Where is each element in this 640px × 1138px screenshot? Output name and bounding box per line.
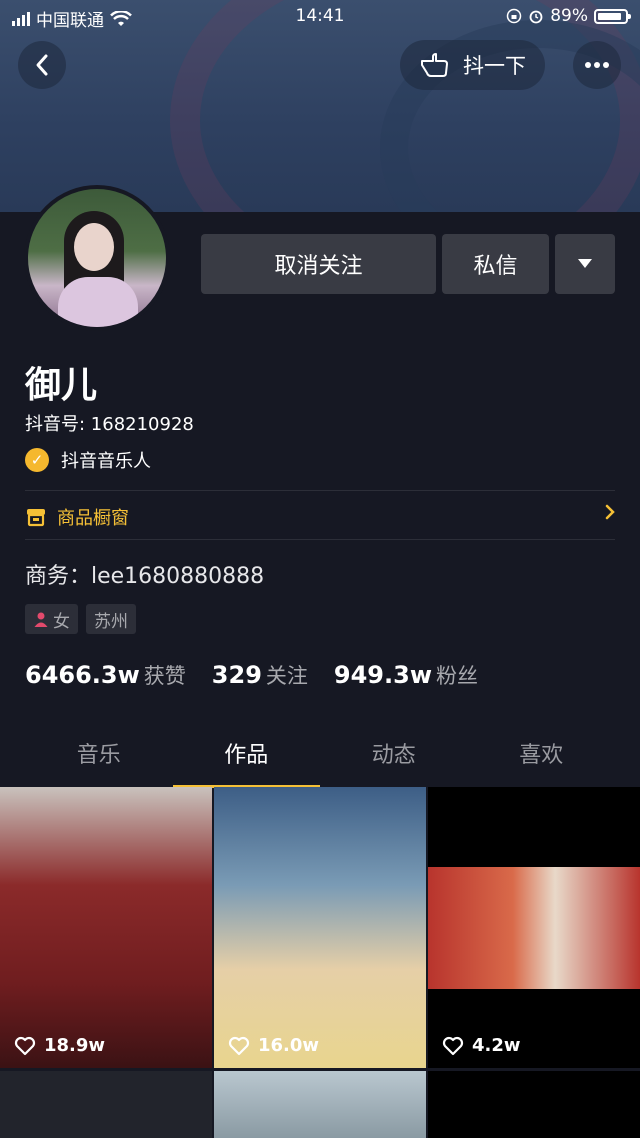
rotation-lock-icon [506, 8, 522, 24]
video-thumbnail[interactable] [0, 1071, 212, 1138]
unfollow-button[interactable]: 取消关注 [201, 234, 436, 294]
stat-likes: 6466.3w 获赞 [25, 660, 186, 690]
verification-label: 抖音音乐人 [61, 451, 151, 472]
heart-icon [228, 1036, 250, 1055]
stat-number: 949.3w [333, 661, 432, 689]
more-icon [585, 62, 609, 68]
profile-tabs: 音乐 作品 动态 喜欢 [25, 734, 615, 788]
video-thumbnail[interactable] [214, 1071, 426, 1138]
business-contact: 商务：lee1680880888 [25, 564, 265, 589]
shop-window-row[interactable]: 商品橱窗 [25, 504, 615, 530]
alarm-icon [529, 10, 543, 24]
tab-music[interactable]: 音乐 [25, 734, 173, 788]
divider [25, 539, 615, 540]
chevron-left-icon [36, 54, 48, 76]
like-count: 4.2w [442, 1035, 521, 1056]
verification-row: ✓ 抖音音乐人 [25, 447, 151, 473]
message-button[interactable]: 私信 [442, 234, 549, 294]
shop-label: 商品橱窗 [57, 508, 129, 529]
hand-pointer-icon [421, 53, 448, 77]
stat-number: 6466.3w [25, 661, 140, 689]
video-thumbnail[interactable]: 4.2w [428, 787, 640, 1068]
battery-percent: 89% [550, 6, 588, 26]
shake-button[interactable]: 抖一下 [400, 40, 545, 90]
avatar[interactable] [24, 185, 170, 331]
back-button[interactable] [18, 41, 66, 89]
stat-label: 关注 [265, 664, 308, 688]
stat-following[interactable]: 329 关注 [212, 660, 308, 690]
shop-icon [27, 509, 45, 527]
dropdown-button[interactable] [555, 234, 615, 294]
status-right: 89% [506, 6, 631, 26]
divider [25, 490, 615, 491]
heart-icon [442, 1036, 464, 1055]
tab-likes[interactable]: 喜欢 [468, 734, 616, 788]
stat-label: 粉丝 [436, 664, 478, 688]
more-button[interactable] [573, 41, 621, 89]
video-frame [428, 867, 640, 989]
profile-name: 御儿 [25, 365, 98, 406]
video-thumbnail[interactable] [428, 1071, 640, 1138]
like-count-value: 16.0w [258, 1035, 320, 1056]
like-count: 18.9w [14, 1035, 105, 1056]
location-label: 苏州 [94, 611, 128, 632]
like-count-value: 18.9w [44, 1035, 106, 1056]
caret-down-icon [578, 259, 592, 268]
heart-icon [14, 1036, 36, 1055]
tag-list: 女 苏州 [25, 604, 136, 634]
chevron-right-icon [605, 504, 615, 525]
stat-label: 获赞 [143, 664, 186, 688]
tab-works[interactable]: 作品 [172, 734, 321, 788]
video-thumbnail[interactable]: 16.0w [214, 787, 426, 1068]
stat-followers[interactable]: 949.3w 粉丝 [334, 660, 478, 690]
status-bar: 中国联通 14:41 89% [0, 0, 640, 34]
gender-tag: 女 [25, 604, 78, 634]
douyin-id: 抖音号: 168210928 [25, 414, 194, 435]
stat-number: 329 [211, 661, 262, 689]
avatar-face [74, 223, 114, 271]
battery-level [598, 12, 622, 20]
like-count: 16.0w [228, 1035, 319, 1056]
tab-moments[interactable]: 动态 [320, 734, 468, 788]
shake-label: 抖一下 [463, 54, 526, 78]
avatar-dress [58, 277, 138, 327]
video-thumbnail[interactable]: 18.9w [0, 787, 212, 1068]
gender-label: 女 [53, 611, 70, 632]
like-count-value: 4.2w [472, 1035, 521, 1056]
location-tag: 苏州 [86, 604, 136, 634]
battery-icon [594, 8, 631, 24]
stats-row: 6466.3w 获赞 329 关注 949.3w 粉丝 [25, 660, 478, 690]
female-user-icon [34, 612, 48, 627]
verified-check-icon: ✓ [25, 448, 49, 472]
